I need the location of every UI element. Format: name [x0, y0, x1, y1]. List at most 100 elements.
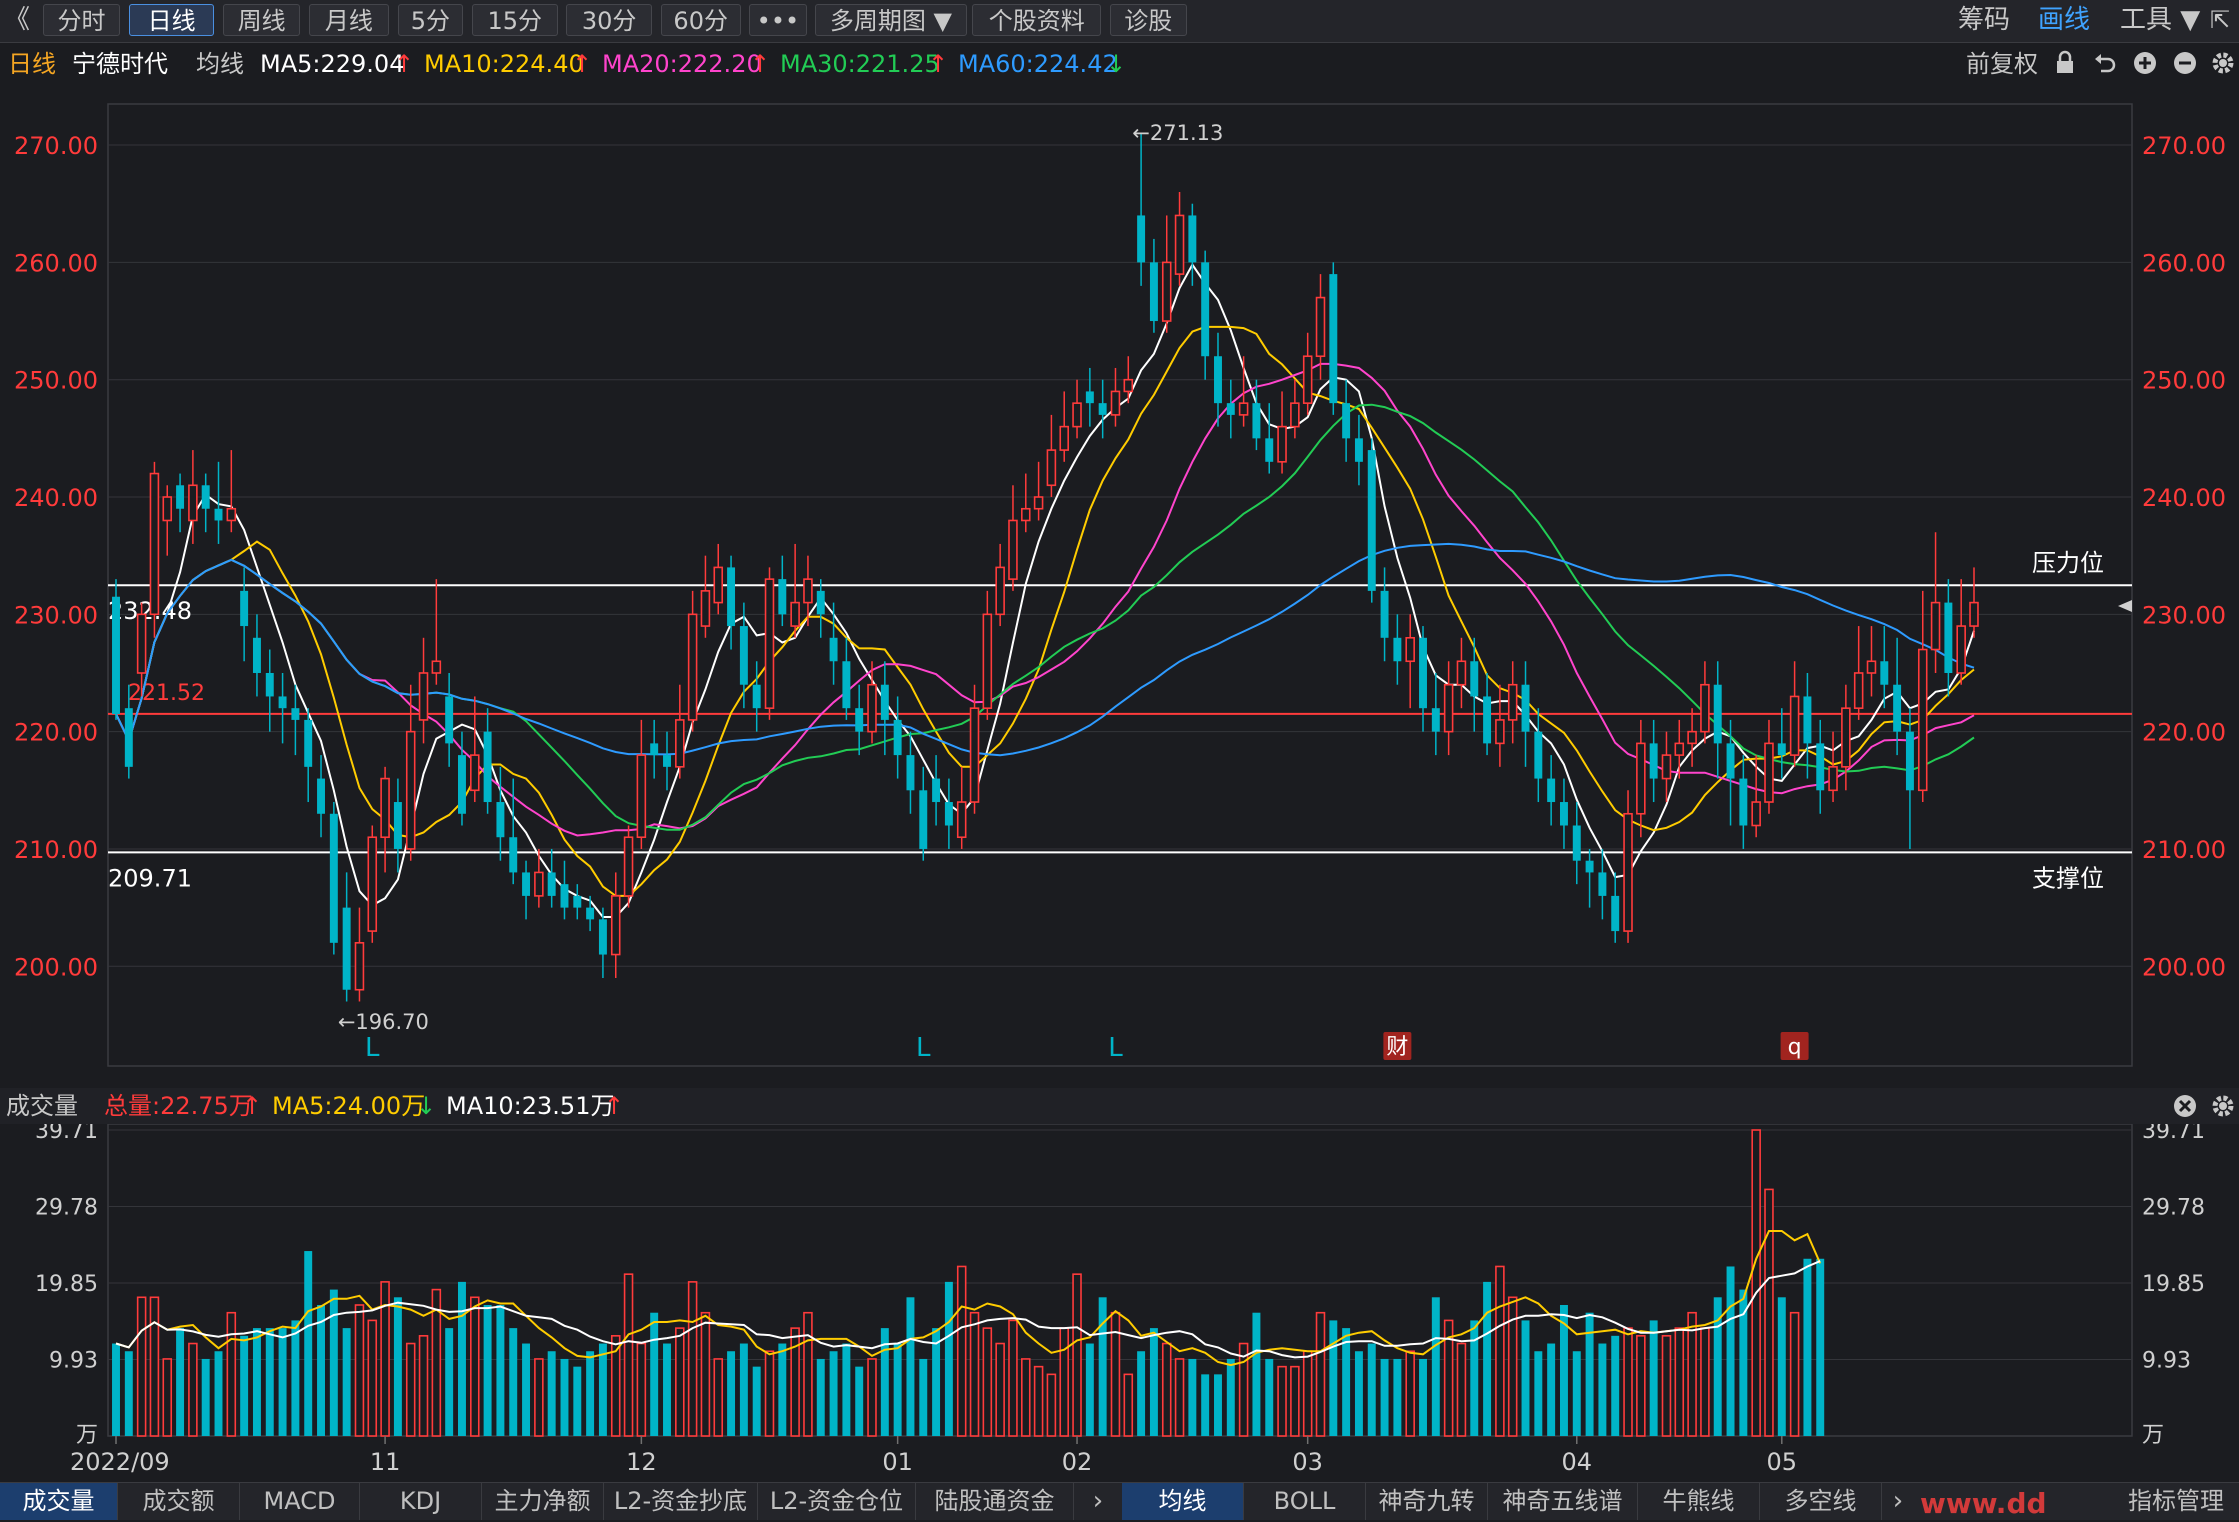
candle-body	[932, 778, 941, 803]
lock-icon[interactable]	[2052, 50, 2078, 76]
indicator-tab-4[interactable]: 主力净额	[482, 1483, 604, 1520]
candle-body	[1880, 661, 1889, 685]
tabs-more-icon[interactable]: ›	[1880, 1483, 1916, 1520]
volume-settings-gear-icon[interactable]	[2210, 1093, 2236, 1119]
candle-body	[598, 919, 607, 955]
overlay-tab-4[interactable]: 牛熊线	[1638, 1483, 1760, 1520]
volume-bar	[188, 1342, 198, 1437]
zoom-in-icon[interactable]	[2132, 50, 2158, 76]
candle-body	[291, 708, 300, 720]
candle-body	[1853, 672, 1864, 709]
volume-bar	[1354, 1351, 1363, 1436]
toolbar-button-6[interactable]: 30分	[566, 4, 653, 36]
candle-body	[880, 684, 889, 720]
volume-y-tick-left: 万	[76, 1423, 98, 1448]
indicator-tab-0[interactable]: 成交量	[0, 1483, 118, 1520]
drawing-button[interactable]: 画线	[2038, 4, 2090, 36]
volume-bar	[650, 1312, 659, 1436]
chip-button[interactable]: 筹码	[1958, 4, 2010, 36]
indicator-manage-button[interactable]: 指标管理	[2116, 1483, 2236, 1520]
candle-body	[610, 895, 621, 956]
volume-bar	[1072, 1273, 1082, 1437]
volume-bar	[1405, 1350, 1415, 1437]
undo-icon[interactable]	[2092, 50, 2118, 76]
volume-bar	[354, 1304, 365, 1437]
indicator-tab-3[interactable]: KDJ	[360, 1483, 482, 1520]
candle-body	[1419, 637, 1427, 709]
candle-body	[1265, 438, 1274, 462]
volume-bar	[713, 1358, 724, 1437]
toolbar-button-0[interactable]: 分时	[42, 4, 121, 36]
ma20-up-icon: ↑	[750, 50, 771, 78]
candle-body	[573, 895, 582, 908]
toolbar-button-9[interactable]: 多周期图 ▼	[815, 4, 967, 36]
close-panel-icon[interactable]	[2172, 1093, 2198, 1119]
ma20-value: MA20:222.20	[602, 50, 762, 78]
overlay-tab-2[interactable]: 神奇九转	[1366, 1483, 1488, 1520]
indicator-tab-6[interactable]: L2-资金仓位	[758, 1483, 916, 1520]
volume-chart[interactable]: 39.71 39.71 29.78 29.78 19.85 19.85 9.93 9.93 万 万…	[0, 1124, 2239, 1482]
candle-body	[1342, 403, 1351, 439]
candlestick-chart[interactable]: 270.00 270.00 260.00 260.00 250.00 250.00 240.…	[0, 86, 2239, 1086]
volume-bar	[176, 1328, 185, 1436]
overlay-tab-1[interactable]: BOLL	[1244, 1483, 1366, 1520]
toolbar-button-10[interactable]: 个股资料	[972, 4, 1102, 36]
candle-body	[1751, 801, 1761, 827]
candle-body	[1226, 403, 1235, 415]
y-tick-right: 230.00	[2142, 601, 2226, 629]
settings-gear-icon[interactable]	[2210, 50, 2236, 76]
ma-line-ma20	[115, 362, 1975, 837]
candle-body	[418, 672, 429, 721]
collapse-icon[interactable]: ⇱	[2210, 4, 2230, 36]
price-annotation: ←271.13	[1132, 121, 1223, 145]
indicator-tab-1[interactable]: 成交额	[118, 1483, 240, 1520]
indicator-tab-7[interactable]: 陆股通资金	[916, 1483, 1074, 1520]
volume-bar	[1214, 1374, 1222, 1436]
toolbar-button-2[interactable]: 周线	[223, 4, 301, 36]
volume-bar	[483, 1305, 492, 1436]
toolbar-button-5[interactable]: 15分	[471, 4, 558, 36]
candle-body	[1816, 743, 1825, 791]
indicator-tab-2[interactable]: MACD	[240, 1483, 360, 1520]
candle-body	[956, 801, 967, 839]
candle-body	[1917, 648, 1928, 792]
candle-body	[1893, 684, 1902, 732]
tools-button[interactable]: 工具 ▼	[2120, 4, 2200, 36]
y-tick-right: 240.00	[2142, 484, 2226, 512]
hline-right-label: 压力位	[2032, 549, 2104, 577]
adjust-button[interactable]: 前复权	[1966, 44, 2038, 84]
toolbar-button-4[interactable]: 5分	[397, 4, 464, 36]
overlay-tab-3[interactable]: 神奇五线谱	[1488, 1483, 1638, 1520]
toolbar-button-7[interactable]: 60分	[660, 4, 741, 36]
toolbar-button-1[interactable]: 日线	[128, 4, 215, 36]
overlay-tab-5[interactable]: 多空线	[1760, 1483, 1882, 1520]
volume-bar	[1674, 1327, 1685, 1437]
overlay-tab-0[interactable]: 均线	[1122, 1483, 1244, 1520]
back-icon[interactable]: 《	[4, 4, 30, 36]
toolbar-button-11[interactable]: 诊股	[1109, 4, 1187, 36]
toolbar-button-8[interactable]: •••	[749, 4, 807, 36]
y-tick-left: 230.00	[14, 601, 98, 629]
volume-y-tick-right: 19.85	[2142, 1272, 2205, 1297]
candle-body	[252, 637, 261, 673]
watermark: www.dd	[1920, 1487, 2047, 1520]
candle-body	[1021, 507, 1031, 522]
candle-body	[764, 578, 775, 709]
toolbar-button-3[interactable]: 月线	[308, 4, 389, 36]
ma-label[interactable]: 均线	[196, 44, 244, 84]
candle-body	[329, 813, 338, 943]
candle-body	[1726, 743, 1735, 779]
volume-bar	[1188, 1358, 1197, 1436]
candle-body	[317, 778, 325, 814]
volume-bar	[1277, 1365, 1287, 1437]
volume-bar	[367, 1319, 378, 1437]
candle-body	[1841, 707, 1851, 768]
volume-bar	[509, 1328, 518, 1436]
ma60-value: MA60:224.42	[958, 50, 1118, 78]
zoom-out-icon[interactable]	[2172, 50, 2198, 76]
indicator-tab-5[interactable]: L2-资金抄底	[604, 1483, 758, 1520]
volume-bar	[636, 1342, 647, 1437]
tabs-next-icon[interactable]: ›	[1080, 1483, 1116, 1520]
volume-bar	[1598, 1343, 1607, 1436]
volume-bar	[995, 1342, 1005, 1437]
